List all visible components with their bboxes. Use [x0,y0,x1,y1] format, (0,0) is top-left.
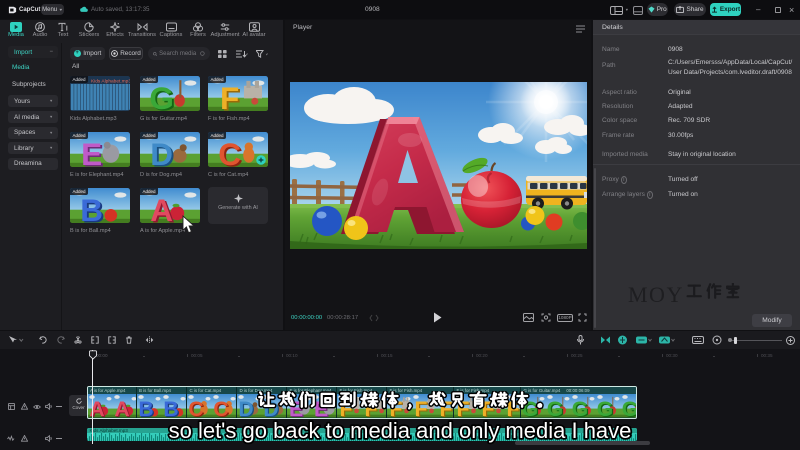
svg-text:D: D [150,136,173,167]
svg-text:A: A [150,192,173,223]
svg-text:so let's go back to media and: so let's go back to media and only media… [169,418,632,443]
svg-text:G: G [149,80,174,111]
svg-text:F: F [220,80,239,111]
svg-text:E: E [81,136,102,167]
svg-text:C: C [218,136,241,167]
svg-text:Kids Alphabet.mp3: Kids Alphabet.mp3 [91,79,130,85]
svg-text:B: B [80,192,103,223]
